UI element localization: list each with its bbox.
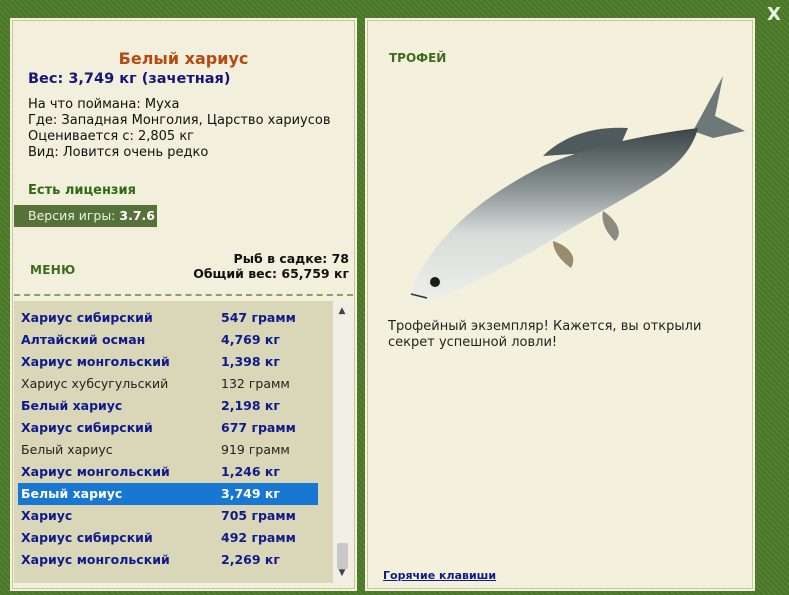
- catch-name: Хариус монгольский: [21, 552, 170, 567]
- list-item[interactable]: Алтайский осман 4,769 кг: [18, 329, 318, 351]
- scroll-up-icon[interactable]: ▲: [333, 303, 351, 319]
- fish-name: Белый хариус: [118, 49, 249, 68]
- list-item[interactable]: Белый хариус 2,198 кг: [18, 395, 318, 417]
- total-weight: Общий вес: 65,759 кг: [193, 266, 349, 281]
- catch-name: Хариус монгольский: [21, 354, 170, 369]
- value-info: Оценивается с: 2,805 кг: [28, 129, 195, 144]
- bait-info: На что поймана: Муха: [28, 97, 180, 112]
- catch-weight: 2,198 кг: [221, 398, 280, 413]
- catch-weight: 677 грамм: [221, 420, 296, 435]
- hotkeys-link[interactable]: Горячие клавиши: [383, 569, 496, 582]
- catch-name: Белый хариус: [21, 442, 113, 457]
- fish-count: Рыб в садке: 78: [233, 251, 349, 266]
- version-label: Версия игры:: [28, 208, 116, 223]
- license-status: Есть лицензия: [28, 183, 136, 198]
- location-info: Где: Западная Монголия, Царство хариусов: [28, 113, 331, 128]
- close-button[interactable]: X: [767, 4, 781, 25]
- list-item[interactable]: Белый хариус 3,749 кг: [18, 483, 318, 505]
- version-value: 3.7.6: [119, 208, 155, 223]
- catch-weight: 492 грамм: [221, 530, 296, 545]
- scroll-down-icon[interactable]: ▼: [333, 565, 351, 581]
- fish-image: [410, 76, 745, 304]
- list-item[interactable]: Белый хариус 919 грамм: [18, 439, 318, 461]
- list-scrollbar[interactable]: ▲ ▼: [333, 301, 351, 583]
- list-item[interactable]: Хариус монгольский 1,398 кг: [18, 351, 318, 373]
- catch-weight: 1,398 кг: [221, 354, 280, 369]
- game-version: Версия игры: 3.7.6: [14, 205, 157, 227]
- catch-weight: 2,269 кг: [221, 552, 280, 567]
- rarity-info: Вид: Ловится очень редко: [28, 145, 209, 160]
- catch-name: Хариус: [21, 508, 73, 523]
- divider: [14, 294, 353, 296]
- catch-name: Хариус хубсугульский: [21, 376, 169, 391]
- catch-name: Хариус сибирский: [21, 530, 153, 545]
- catch-name: Хариус монгольский: [21, 464, 170, 479]
- list-item[interactable]: Хариус сибирский 492 грамм: [18, 527, 318, 549]
- fish-info-panel: Белый хариус Вес: 3,749 кг (зачетная) На…: [10, 18, 357, 591]
- list-item[interactable]: Хариус монгольский 1,246 кг: [18, 461, 318, 483]
- catch-list[interactable]: Хариус сибирский 547 грамм Алтайский осман…: [14, 301, 333, 583]
- catch-name: Белый хариус: [21, 398, 123, 413]
- trophy-description: Трофейный экземпляр! Кажется, вы открыли…: [388, 319, 702, 350]
- catch-weight: 132 грамм: [221, 376, 290, 391]
- catch-name: Хариус сибирский: [21, 310, 153, 325]
- list-item[interactable]: Хариус сибирский 547 грамм: [18, 307, 318, 329]
- trophy-content: ТРОФЕЙ Трофейный экземпляр! Кажется, вы …: [373, 24, 747, 585]
- list-item[interactable]: Хариус монгольский 2,269 кг: [18, 549, 318, 571]
- trophy-panel: ТРОФЕЙ Трофейный экземпляр! Кажется, вы …: [365, 18, 755, 591]
- keepnet-stats: Рыб в садке: 78 Общий вес: 65,759 кг: [193, 251, 349, 281]
- list-item[interactable]: Хариус 705 грамм: [18, 505, 318, 527]
- catch-weight: 919 грамм: [221, 442, 290, 457]
- list-item[interactable]: Хариус сибирский 677 грамм: [18, 417, 318, 439]
- catch-weight: 1,246 кг: [221, 464, 280, 479]
- catch-weight: 3,749 кг: [221, 486, 280, 501]
- list-item[interactable]: Хариус хубсугульский 132 грамм: [18, 373, 318, 395]
- catch-weight: 547 грамм: [221, 310, 296, 325]
- menu-button[interactable]: МЕНЮ: [30, 263, 75, 277]
- catch-weight: 705 грамм: [221, 508, 296, 523]
- catch-name: Белый хариус: [21, 486, 123, 501]
- catch-weight: 4,769 кг: [221, 332, 280, 347]
- fish-weight: Вес: 3,749 кг (зачетная): [28, 71, 231, 87]
- catch-name: Хариус сибирский: [21, 420, 153, 435]
- catch-name: Алтайский осман: [21, 332, 146, 347]
